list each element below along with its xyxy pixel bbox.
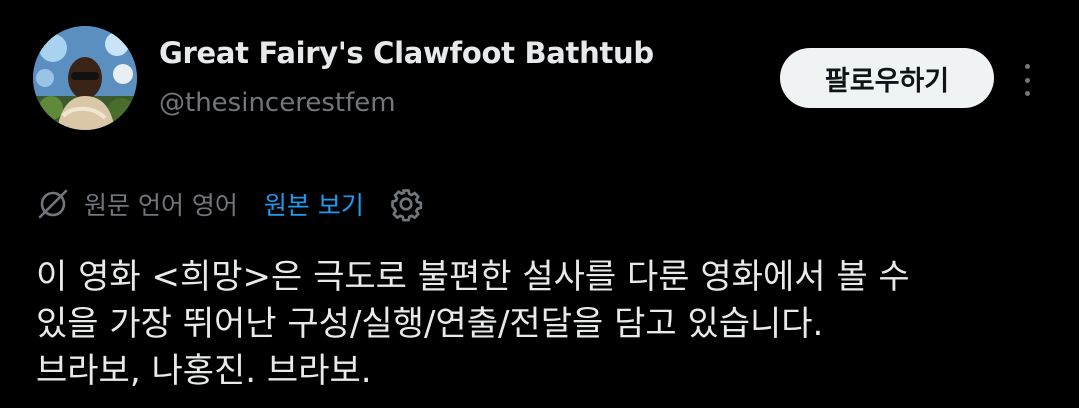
tweet-text: 이 영화 <희망>은 극도로 불편한 설사를 다룬 영화에서 볼 수 있을 가장…: [36, 254, 1046, 395]
user-handle[interactable]: @thesincerestfem: [159, 88, 396, 118]
gear-icon[interactable]: [388, 186, 424, 222]
view-original-link[interactable]: 원본 보기: [264, 186, 364, 222]
more-options-button[interactable]: [1012, 60, 1042, 100]
more-dot: [1024, 77, 1030, 83]
avatar-image: [33, 26, 137, 130]
original-language-label: 원문 언어 영어: [84, 191, 238, 220]
translation-bar: 원문 언어 영어 원본 보기: [36, 184, 424, 224]
follow-button[interactable]: 팔로우하기: [780, 48, 994, 108]
no-translate-icon: [36, 187, 70, 221]
avatar[interactable]: [33, 26, 137, 130]
tweet-text-line: 브라보, 나홍진. 브라보.: [36, 351, 372, 391]
tweet-text-line: 이 영화 <희망>은 극도로 불편한 설사를 다룬 영화에서 볼 수: [36, 257, 910, 297]
more-vertical-icon: [1024, 64, 1030, 69]
more-dot: [1024, 91, 1030, 96]
tweet-card: Great Fairy's Clawfoot Bathtub @thesince…: [0, 0, 1079, 408]
tweet-text-line: 있을 가장 뛰어난 구성/실행/연출/전달을 담고 있습니다.: [36, 304, 824, 344]
display-name[interactable]: Great Fairy's Clawfoot Bathtub: [159, 36, 654, 70]
